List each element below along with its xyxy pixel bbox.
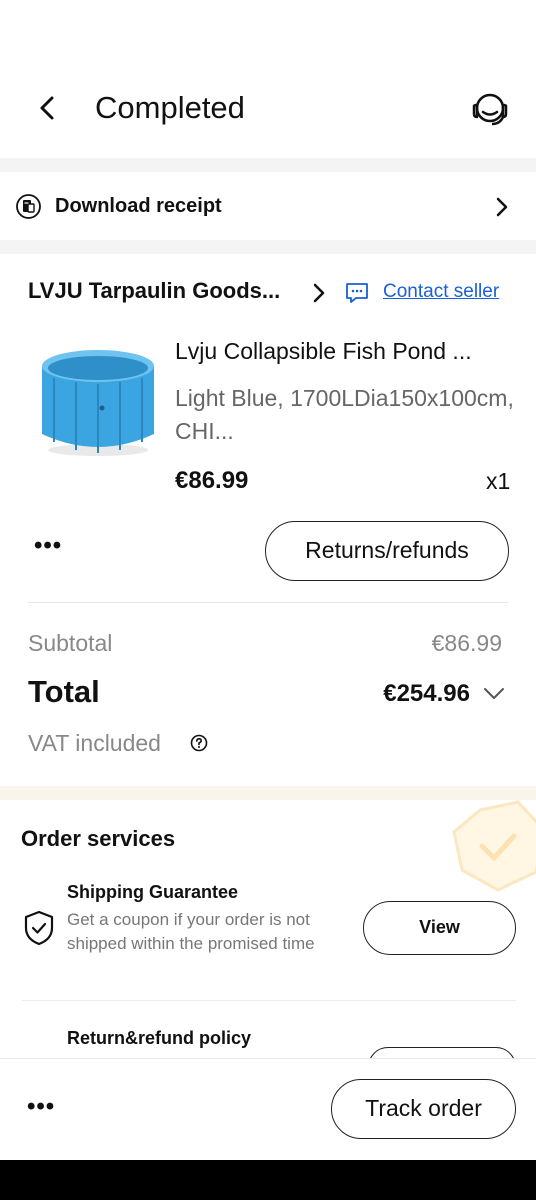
shipping-guarantee-title: Shipping Guarantee xyxy=(67,882,239,902)
chevron-right-icon[interactable] xyxy=(310,282,328,304)
subtotal-label: Subtotal xyxy=(28,630,113,656)
return-refund-policy-title: Return&refund policy xyxy=(67,1028,252,1048)
shield-check-icon xyxy=(24,910,54,946)
chevron-right-icon xyxy=(496,197,508,217)
total-value[interactable]: €254.96 xyxy=(383,680,470,708)
product-variant: Light Blue, 1700LDia150x100cm, CHI... xyxy=(175,385,514,444)
chat-icon[interactable] xyxy=(344,281,370,305)
system-navigation-bar xyxy=(0,1160,536,1200)
headset-icon[interactable] xyxy=(466,86,516,132)
product-title[interactable]: Lvju Collapsible Fish Pond ... xyxy=(175,338,472,365)
page-title: Completed xyxy=(95,90,245,125)
section-gap xyxy=(0,240,536,254)
divider xyxy=(28,602,508,603)
subtotal-value: €86.99 xyxy=(431,630,502,656)
product-price: €86.99 xyxy=(175,467,249,494)
order-services-section: Order services Shipping Guarantee Get a … xyxy=(0,800,536,1060)
order-services-title: Order services xyxy=(21,826,176,851)
track-order-button[interactable]: Track order xyxy=(331,1079,516,1139)
order-card: LVJU Tarpaulin Goods... Contact seller L… xyxy=(0,254,536,786)
returns-refunds-button[interactable]: Returns/refunds xyxy=(265,521,509,581)
divider xyxy=(22,1000,516,1001)
store-name[interactable]: LVJU Tarpaulin Goods... xyxy=(28,278,280,304)
section-gap xyxy=(0,786,536,800)
more-options-button[interactable]: ••• xyxy=(27,1093,55,1121)
product-image[interactable] xyxy=(32,338,164,462)
download-receipt-row[interactable]: Download receipt xyxy=(0,172,536,240)
chevron-down-icon[interactable] xyxy=(482,684,506,702)
vat-label: VAT included xyxy=(28,730,161,756)
section-gap xyxy=(0,158,536,172)
view-button[interactable]: View xyxy=(363,901,516,955)
download-receipt-label: Download receipt xyxy=(55,195,222,217)
shipping-guarantee-description: Get a coupon if your order is not shippe… xyxy=(67,910,315,953)
bottom-action-bar: ••• Track order xyxy=(0,1058,536,1160)
help-icon[interactable] xyxy=(190,734,208,752)
header: Completed xyxy=(0,0,536,158)
more-options-button[interactable]: ••• xyxy=(34,532,62,560)
shield-badge-decoration-icon xyxy=(452,800,536,892)
receipt-icon xyxy=(16,194,41,219)
contact-seller-link[interactable]: Contact seller xyxy=(383,281,499,303)
total-label: Total xyxy=(28,674,100,709)
chevron-left-icon[interactable] xyxy=(30,88,70,128)
product-quantity: x1 xyxy=(486,468,511,494)
